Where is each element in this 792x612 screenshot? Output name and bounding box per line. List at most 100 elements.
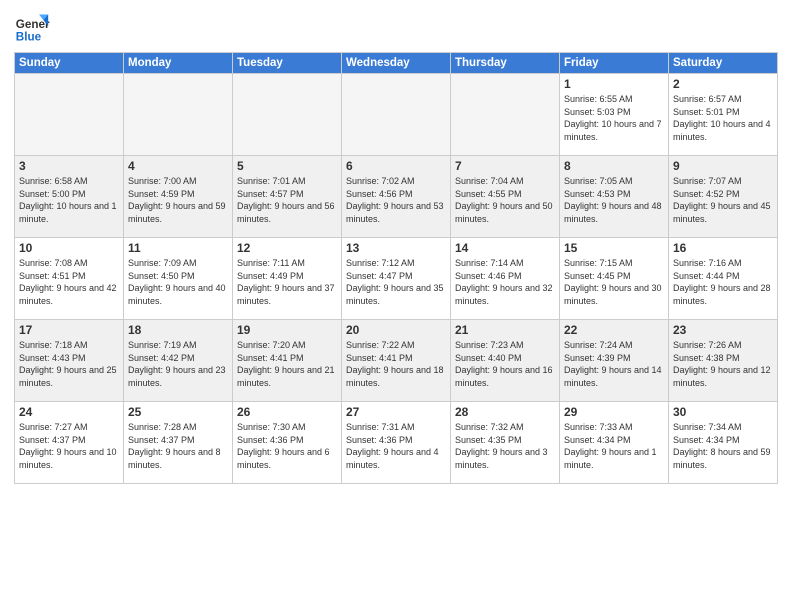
day-number: 7 xyxy=(455,159,555,173)
day-info: Sunrise: 7:05 AM Sunset: 4:53 PM Dayligh… xyxy=(564,175,664,225)
day-number: 9 xyxy=(673,159,773,173)
calendar-cell: 26 Sunrise: 7:30 AM Sunset: 4:36 PM Dayli… xyxy=(233,402,342,484)
day-info: Sunrise: 7:02 AM Sunset: 4:56 PM Dayligh… xyxy=(346,175,446,225)
calendar-cell: 18 Sunrise: 7:19 AM Sunset: 4:42 PM Dayli… xyxy=(124,320,233,402)
day-number: 18 xyxy=(128,323,228,337)
day-number: 14 xyxy=(455,241,555,255)
day-number: 1 xyxy=(564,77,664,91)
calendar-cell: 27 Sunrise: 7:31 AM Sunset: 4:36 PM Dayli… xyxy=(342,402,451,484)
day-number: 11 xyxy=(128,241,228,255)
calendar-cell xyxy=(15,74,124,156)
calendar-cell: 17 Sunrise: 7:18 AM Sunset: 4:43 PM Dayli… xyxy=(15,320,124,402)
day-number: 4 xyxy=(128,159,228,173)
day-info: Sunrise: 7:00 AM Sunset: 4:59 PM Dayligh… xyxy=(128,175,228,225)
calendar-cell: 22 Sunrise: 7:24 AM Sunset: 4:39 PM Dayli… xyxy=(560,320,669,402)
calendar-cell xyxy=(342,74,451,156)
day-info: Sunrise: 6:58 AM Sunset: 5:00 PM Dayligh… xyxy=(19,175,119,225)
calendar-cell: 5 Sunrise: 7:01 AM Sunset: 4:57 PM Daylig… xyxy=(233,156,342,238)
calendar-cell: 4 Sunrise: 7:00 AM Sunset: 4:59 PM Daylig… xyxy=(124,156,233,238)
day-number: 13 xyxy=(346,241,446,255)
logo-icon: General Blue xyxy=(14,10,50,46)
header: General Blue xyxy=(14,10,778,46)
calendar-cell xyxy=(233,74,342,156)
calendar-cell: 29Sunrise: 7:33 AM Sunset: 4:34 PM Dayli… xyxy=(560,402,669,484)
day-info: Sunrise: 7:19 AM Sunset: 4:42 PM Dayligh… xyxy=(128,339,228,389)
calendar-cell: 28Sunrise: 7:32 AM Sunset: 4:35 PM Dayli… xyxy=(451,402,560,484)
calendar-cell xyxy=(451,74,560,156)
day-number: 25 xyxy=(128,405,228,419)
page: General Blue SundayMondayTuesdayWednesda… xyxy=(0,0,792,612)
day-info: Sunrise: 7:16 AM Sunset: 4:44 PM Dayligh… xyxy=(673,257,773,307)
day-number: 3 xyxy=(19,159,119,173)
day-number: 17 xyxy=(19,323,119,337)
day-info: Sunrise: 7:22 AM Sunset: 4:41 PM Dayligh… xyxy=(346,339,446,389)
calendar-header-row: SundayMondayTuesdayWednesdayThursdayFrid… xyxy=(15,53,778,74)
day-info: Sunrise: 7:31 AM Sunset: 4:36 PM Dayligh… xyxy=(346,421,446,471)
calendar-cell: 1 Sunrise: 6:55 AM Sunset: 5:03 PM Daylig… xyxy=(560,74,669,156)
calendar-cell xyxy=(124,74,233,156)
calendar-cell: 16 Sunrise: 7:16 AM Sunset: 4:44 PM Dayli… xyxy=(669,238,778,320)
day-info: Sunrise: 7:30 AM Sunset: 4:36 PM Dayligh… xyxy=(237,421,337,471)
calendar-week-row: 10 Sunrise: 7:08 AM Sunset: 4:51 PM Dayli… xyxy=(15,238,778,320)
day-info: Sunrise: 7:01 AM Sunset: 4:57 PM Dayligh… xyxy=(237,175,337,225)
calendar-cell: 13 Sunrise: 7:12 AM Sunset: 4:47 PM Dayli… xyxy=(342,238,451,320)
day-number: 16 xyxy=(673,241,773,255)
day-info: Sunrise: 7:26 AM Sunset: 4:38 PM Dayligh… xyxy=(673,339,773,389)
day-info: Sunrise: 7:18 AM Sunset: 4:43 PM Dayligh… xyxy=(19,339,119,389)
day-number: 30 xyxy=(673,405,773,419)
calendar-week-row: 1 Sunrise: 6:55 AM Sunset: 5:03 PM Daylig… xyxy=(15,74,778,156)
day-number: 20 xyxy=(346,323,446,337)
day-info: Sunrise: 7:11 AM Sunset: 4:49 PM Dayligh… xyxy=(237,257,337,307)
day-info: Sunrise: 7:32 AM Sunset: 4:35 PM Dayligh… xyxy=(455,421,555,471)
day-info: Sunrise: 7:04 AM Sunset: 4:55 PM Dayligh… xyxy=(455,175,555,225)
day-info: Sunrise: 7:23 AM Sunset: 4:40 PM Dayligh… xyxy=(455,339,555,389)
day-info: Sunrise: 7:09 AM Sunset: 4:50 PM Dayligh… xyxy=(128,257,228,307)
day-number: 8 xyxy=(564,159,664,173)
day-info: Sunrise: 6:55 AM Sunset: 5:03 PM Dayligh… xyxy=(564,93,664,143)
day-number: 21 xyxy=(455,323,555,337)
day-info: Sunrise: 7:14 AM Sunset: 4:46 PM Dayligh… xyxy=(455,257,555,307)
calendar-cell: 14 Sunrise: 7:14 AM Sunset: 4:46 PM Dayli… xyxy=(451,238,560,320)
calendar-cell: 21 Sunrise: 7:23 AM Sunset: 4:40 PM Dayli… xyxy=(451,320,560,402)
day-info: Sunrise: 7:34 AM Sunset: 4:34 PM Dayligh… xyxy=(673,421,773,471)
calendar-cell: 12 Sunrise: 7:11 AM Sunset: 4:49 PM Dayli… xyxy=(233,238,342,320)
day-number: 27 xyxy=(346,405,446,419)
calendar-cell: 25Sunrise: 7:28 AM Sunset: 4:37 PM Dayli… xyxy=(124,402,233,484)
calendar-cell: 3 Sunrise: 6:58 AM Sunset: 5:00 PM Daylig… xyxy=(15,156,124,238)
day-number: 26 xyxy=(237,405,337,419)
weekday-header: Wednesday xyxy=(342,53,451,74)
calendar-table: SundayMondayTuesdayWednesdayThursdayFrid… xyxy=(14,52,778,484)
weekday-header: Sunday xyxy=(15,53,124,74)
calendar-cell: 6Sunrise: 7:02 AM Sunset: 4:56 PM Daylig… xyxy=(342,156,451,238)
day-info: Sunrise: 7:08 AM Sunset: 4:51 PM Dayligh… xyxy=(19,257,119,307)
day-info: Sunrise: 7:12 AM Sunset: 4:47 PM Dayligh… xyxy=(346,257,446,307)
calendar-week-row: 3 Sunrise: 6:58 AM Sunset: 5:00 PM Daylig… xyxy=(15,156,778,238)
day-number: 10 xyxy=(19,241,119,255)
calendar-cell: 19 Sunrise: 7:20 AM Sunset: 4:41 PM Dayli… xyxy=(233,320,342,402)
day-number: 19 xyxy=(237,323,337,337)
calendar-cell: 30 Sunrise: 7:34 AM Sunset: 4:34 PM Dayli… xyxy=(669,402,778,484)
day-number: 12 xyxy=(237,241,337,255)
calendar-cell: 20 Sunrise: 7:22 AM Sunset: 4:41 PM Dayli… xyxy=(342,320,451,402)
day-number: 2 xyxy=(673,77,773,91)
day-info: Sunrise: 7:20 AM Sunset: 4:41 PM Dayligh… xyxy=(237,339,337,389)
calendar-cell: 10 Sunrise: 7:08 AM Sunset: 4:51 PM Dayli… xyxy=(15,238,124,320)
calendar-cell: 7 Sunrise: 7:04 AM Sunset: 4:55 PM Daylig… xyxy=(451,156,560,238)
day-info: Sunrise: 7:24 AM Sunset: 4:39 PM Dayligh… xyxy=(564,339,664,389)
calendar-cell: 8 Sunrise: 7:05 AM Sunset: 4:53 PM Daylig… xyxy=(560,156,669,238)
day-number: 5 xyxy=(237,159,337,173)
svg-text:Blue: Blue xyxy=(16,31,42,44)
calendar-cell: 9 Sunrise: 7:07 AM Sunset: 4:52 PM Daylig… xyxy=(669,156,778,238)
calendar-week-row: 24Sunrise: 7:27 AM Sunset: 4:37 PM Dayli… xyxy=(15,402,778,484)
weekday-header: Thursday xyxy=(451,53,560,74)
calendar-week-row: 17 Sunrise: 7:18 AM Sunset: 4:43 PM Dayli… xyxy=(15,320,778,402)
calendar-cell: 15 Sunrise: 7:15 AM Sunset: 4:45 PM Dayli… xyxy=(560,238,669,320)
weekday-header: Tuesday xyxy=(233,53,342,74)
day-number: 22 xyxy=(564,323,664,337)
day-info: Sunrise: 7:15 AM Sunset: 4:45 PM Dayligh… xyxy=(564,257,664,307)
weekday-header: Saturday xyxy=(669,53,778,74)
calendar-cell: 24Sunrise: 7:27 AM Sunset: 4:37 PM Dayli… xyxy=(15,402,124,484)
day-info: Sunrise: 7:07 AM Sunset: 4:52 PM Dayligh… xyxy=(673,175,773,225)
day-number: 15 xyxy=(564,241,664,255)
day-info: Sunrise: 7:33 AM Sunset: 4:34 PM Dayligh… xyxy=(564,421,664,471)
